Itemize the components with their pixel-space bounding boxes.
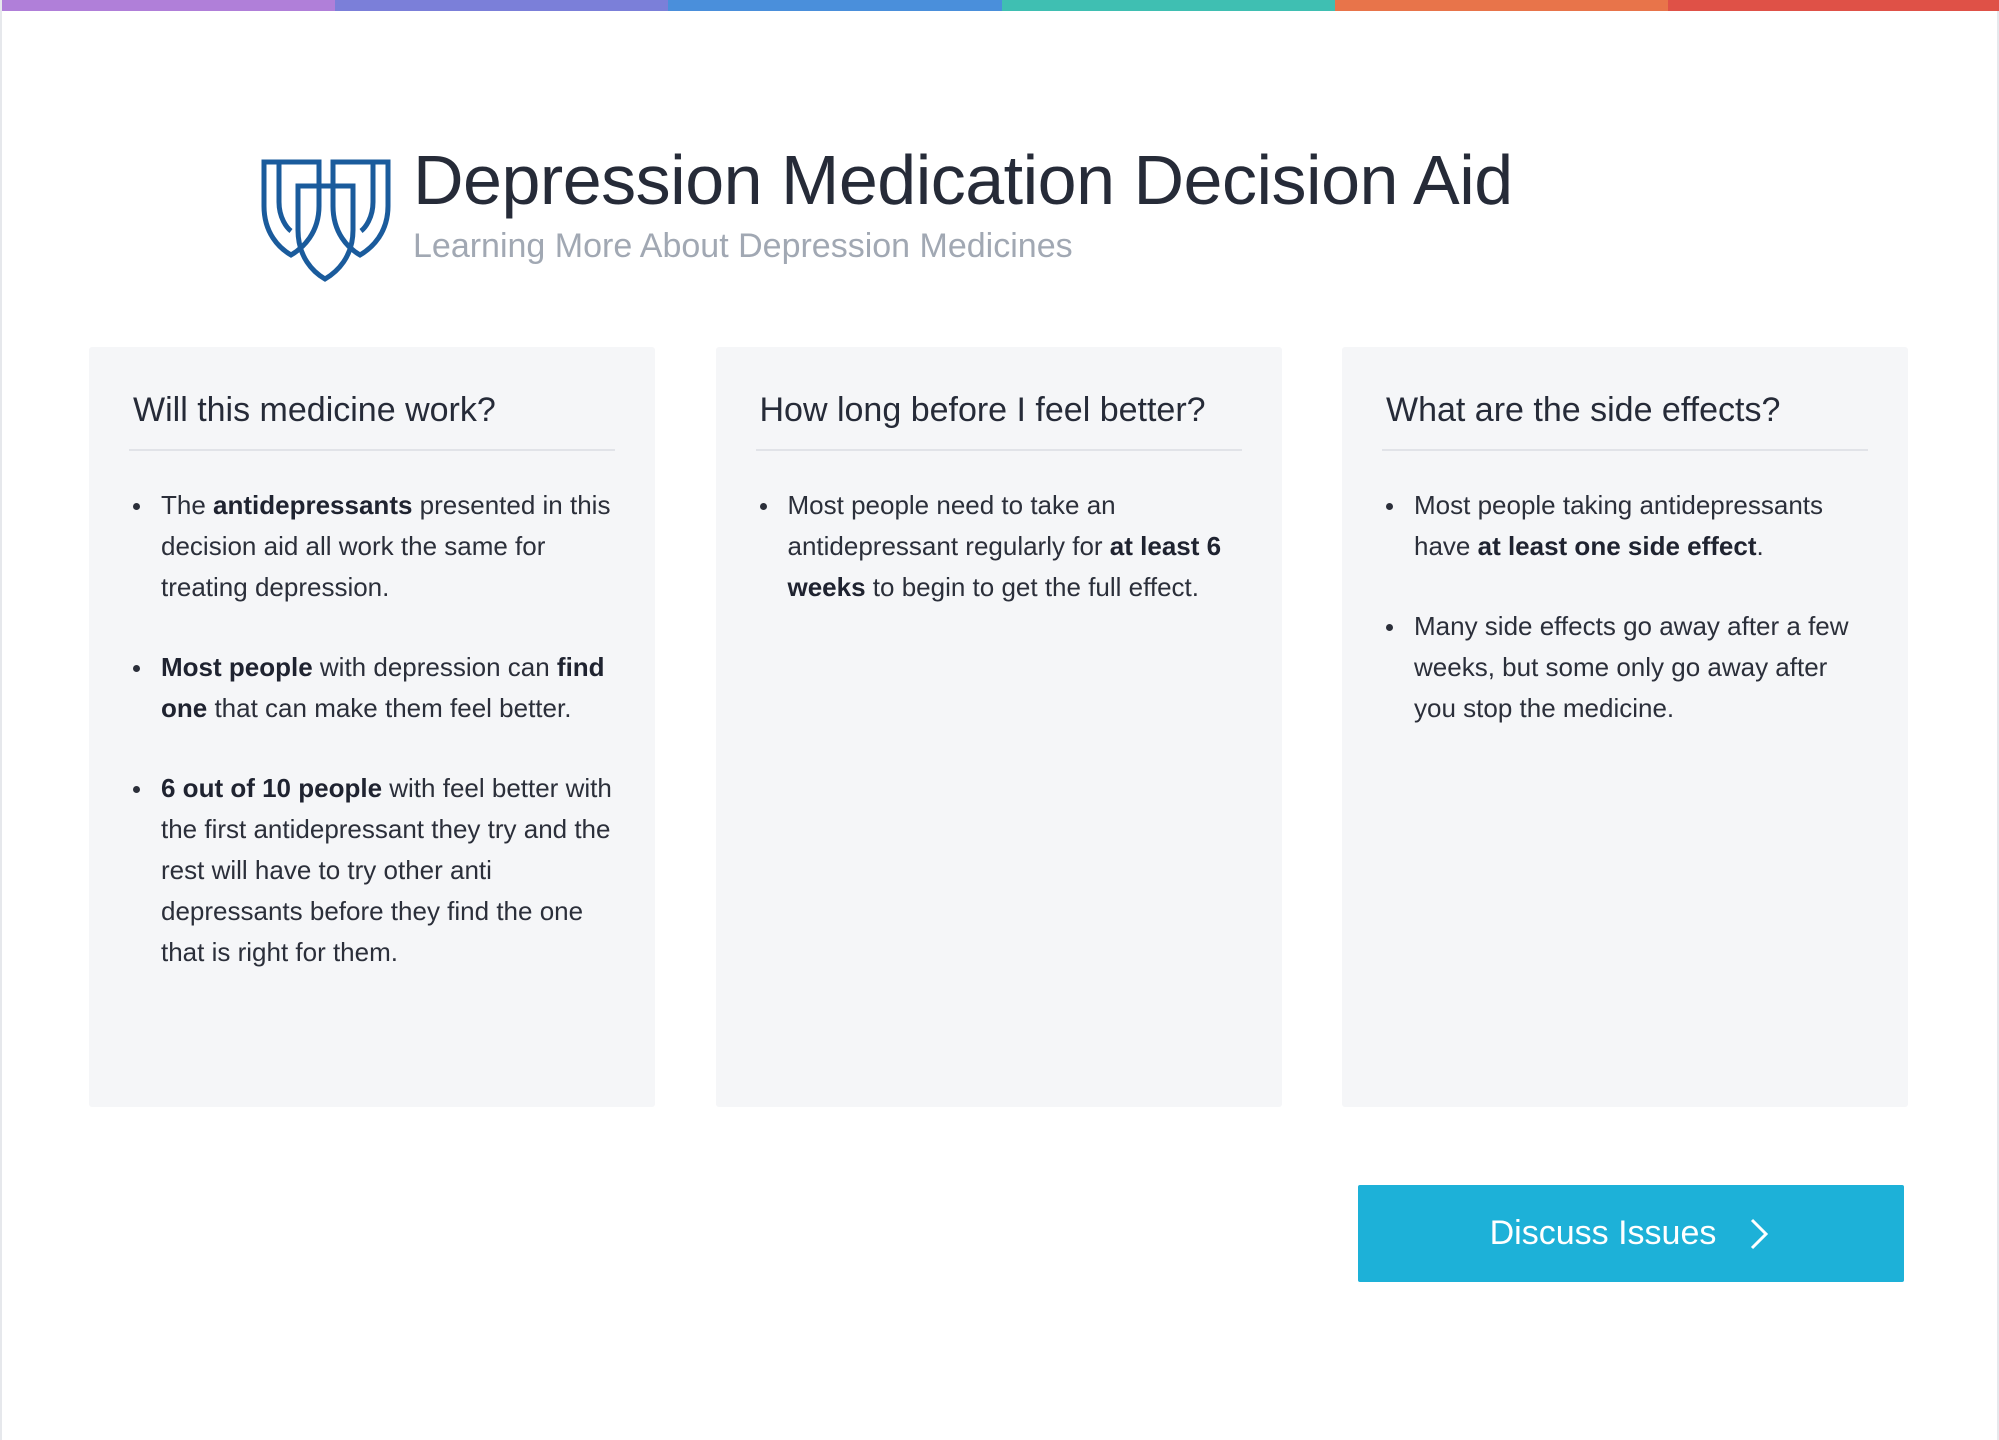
chevron-right-icon: [1751, 1218, 1769, 1249]
color-bar-segment: [1334, 0, 1668, 11]
list-item: Many side effects go away after a few we…: [1382, 606, 1868, 729]
text: with depression can: [312, 652, 557, 682]
card-how-long: How long before I feel better? Most peop…: [715, 347, 1282, 1107]
color-bar-segment: [668, 0, 1002, 11]
list-item: Most people with depression can find one…: [129, 647, 615, 729]
card-side-effects: What are the side effects? Most people t…: [1342, 347, 1908, 1107]
color-bar: [2, 0, 1999, 11]
header: Depression Medication Decision Aid Learn…: [261, 140, 1513, 283]
text: .: [1756, 531, 1764, 561]
bullet-list: Most people need to take an antidepressa…: [756, 485, 1242, 608]
discuss-issues-button[interactable]: Discuss Issues: [1358, 1185, 1904, 1282]
card-title: How long before I feel better?: [755, 389, 1242, 451]
bullet-list: Most people taking antidepressants have …: [1382, 485, 1868, 729]
discuss-issues-label: Discuss Issues: [1489, 1214, 1717, 1252]
text: to begin to get the full effect.: [865, 572, 1199, 602]
list-item: Most people need to take an antidepressa…: [756, 485, 1242, 608]
bold-text: 6 out of 10 people: [161, 773, 383, 803]
list-item: 6 out of 10 people with feel better with…: [129, 768, 615, 973]
list-item: Most people taking antidepressants have …: [1382, 485, 1868, 567]
card-title: Will this medicine work?: [129, 389, 615, 451]
color-bar-segment: [335, 0, 669, 11]
page: Depression Medication Decision Aid Learn…: [0, 0, 1999, 1440]
color-bar-segment: [2, 0, 336, 11]
page-subtitle: Learning More About Depression Medicines: [413, 227, 1073, 265]
card-title: What are the side effects?: [1382, 389, 1868, 451]
color-bar-segment: [1667, 0, 1999, 11]
text: The: [161, 490, 214, 520]
bold-text: at least one side effect: [1477, 531, 1757, 561]
list-item: The antidepressants presented in this de…: [129, 485, 615, 608]
color-bar-segment: [1001, 0, 1335, 11]
bold-text: Most people: [161, 652, 313, 682]
twin-shields-logo-icon: [261, 159, 391, 282]
page-title: Depression Medication Decision Aid: [413, 141, 1513, 219]
card-will-it-work: Will this medicine work? The antidepress…: [89, 347, 655, 1107]
text: Most people need to take an antidepressa…: [787, 490, 1116, 561]
bullet-list: The antidepressants presented in this de…: [129, 485, 615, 973]
info-cards: Will this medicine work? The antidepress…: [89, 347, 1908, 1107]
text: Many side effects go away after a few we…: [1414, 611, 1849, 723]
text: that can make them feel better.: [207, 693, 572, 723]
bold-text: antidepressants: [213, 490, 413, 520]
